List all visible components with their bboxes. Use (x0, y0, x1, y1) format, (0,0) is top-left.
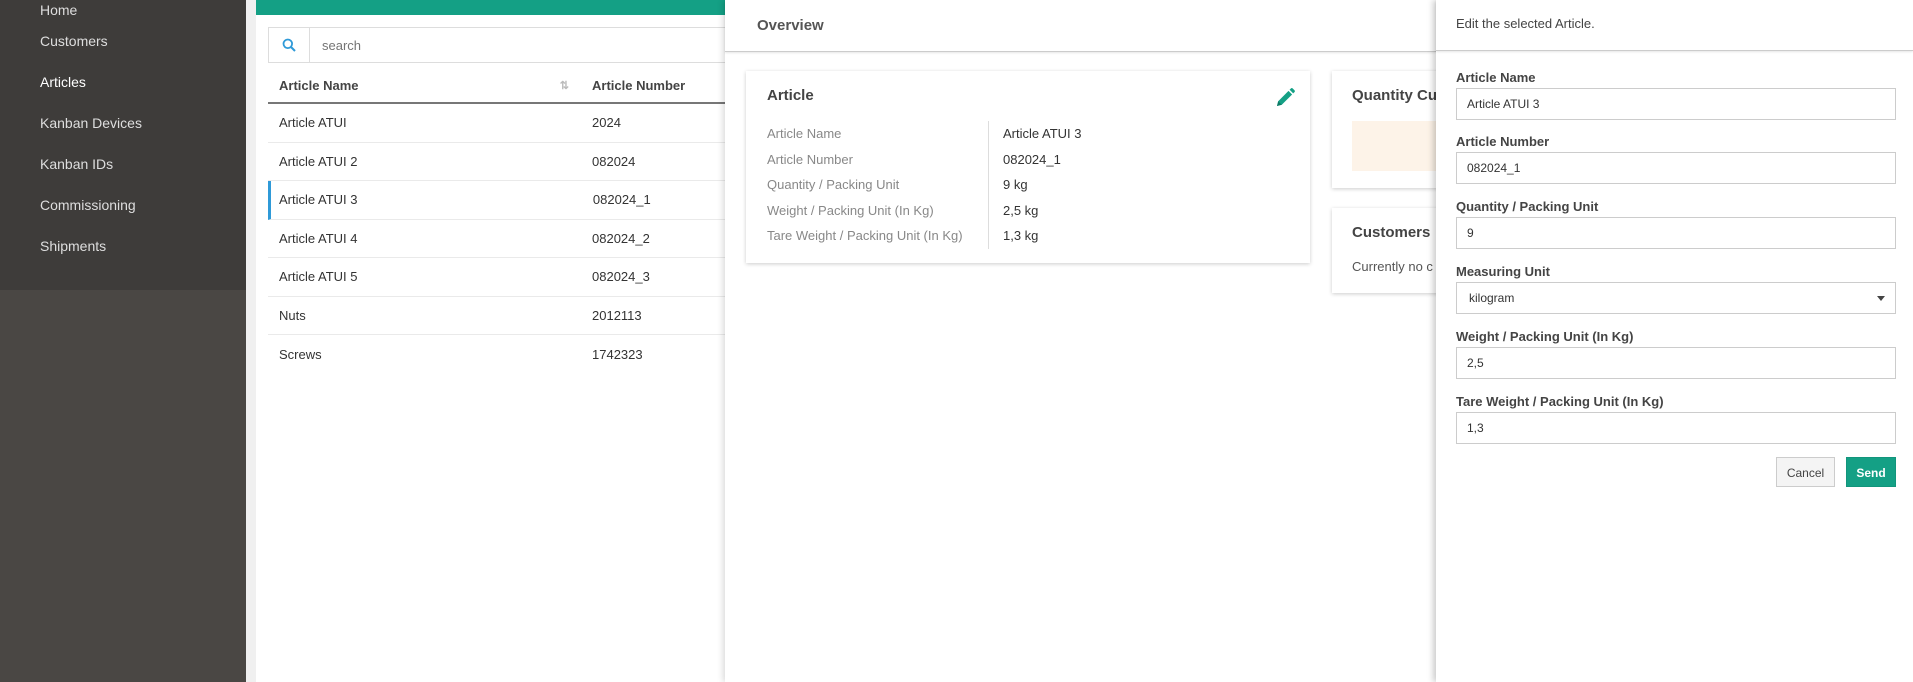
measuring-unit-select[interactable]: kilogram (1456, 282, 1896, 314)
table-row[interactable]: Article ATUI 2 082024 (268, 143, 728, 181)
detail-key: Article Name (767, 121, 989, 147)
sidebar-item-label: Home (40, 2, 78, 18)
sidebar-menu: Home Customers Articles Kanban Devices K… (0, 0, 246, 290)
article-name-input[interactable] (1456, 88, 1896, 120)
field-label: Article Name (1456, 70, 1536, 85)
cell-article-number: 082024_1 (592, 192, 651, 208)
search-input[interactable] (310, 36, 704, 54)
sidebar-item-label: Articles (40, 74, 86, 90)
column-label: Article Number (592, 77, 686, 93)
cell-article-number: 1742323 (592, 346, 643, 362)
select-value: kilogram (1469, 291, 1515, 305)
article-list-panel: Article Name ⇅ Article Number Article AT… (256, 0, 728, 682)
sidebar-item-label: Kanban IDs (40, 156, 114, 172)
cell-article-name: Article ATUI 5 (279, 269, 358, 285)
article-name-field-group: Article Name (1456, 70, 1896, 120)
sidebar-item-shipments[interactable]: Shipments (0, 236, 246, 277)
cell-article-name: Article ATUI 3 (279, 192, 358, 208)
detail-value: 1,3 kg (1003, 228, 1039, 244)
column-label: Article Name (279, 77, 359, 93)
detail-key: Tare Weight / Packing Unit (In Kg) (767, 223, 989, 249)
table-row[interactable]: Article ATUI 2024 (268, 104, 728, 143)
detail-value: 082024_1 (1003, 151, 1061, 167)
detail-key: Weight / Packing Unit (In Kg) (767, 197, 989, 223)
detail-value: 2,5 kg (1003, 202, 1039, 218)
detail-row: Weight / Packing Unit (In Kg) 2,5 kg (767, 197, 1082, 223)
detail-row: Article Name Article ATUI 3 (767, 121, 1082, 147)
chevron-down-icon (1877, 296, 1885, 301)
detail-key: Article Number (767, 146, 989, 172)
sidebar-item-home[interactable]: Home (0, 0, 246, 31)
detail-row: Tare Weight / Packing Unit (In Kg) 1,3 kg (767, 223, 1082, 249)
customers-card-title: Customers (1352, 224, 1431, 241)
cell-article-name: Nuts (279, 307, 306, 323)
field-label: Article Number (1456, 134, 1550, 149)
sidebar-item-kanban-ids[interactable]: Kanban IDs (0, 154, 246, 195)
field-label: Tare Weight / Packing Unit (In Kg) (1456, 394, 1664, 409)
detail-value: Article ATUI 3 (1003, 126, 1082, 142)
detail-value: 9 kg (1003, 177, 1028, 193)
article-number-input[interactable] (1456, 152, 1896, 184)
measuring-unit-field-group: Measuring Unit kilogram (1456, 264, 1896, 314)
cell-article-number: 082024_3 (592, 269, 650, 285)
overview-title: Overview (725, 0, 1436, 52)
field-label: Quantity / Packing Unit (1456, 199, 1599, 214)
column-header-article-number[interactable]: Article Number (592, 78, 728, 93)
sidebar-item-label: Kanban Devices (40, 115, 142, 131)
table-row[interactable]: Article ATUI 5 082024_3 (268, 258, 728, 297)
table-row[interactable]: Nuts 2012113 (268, 297, 728, 335)
article-card: Article Article Name Article ATUI 3 Artic… (746, 71, 1310, 263)
quantity-input[interactable] (1456, 217, 1896, 249)
cell-article-name: Article ATUI (279, 115, 347, 131)
article-number-field-group: Article Number (1456, 134, 1896, 184)
table-row[interactable]: Screws 1742323 (268, 335, 728, 374)
edit-article-panel: Edit the selected Article. Article Name … (1436, 0, 1913, 682)
sidebar: Home Customers Articles Kanban Devices K… (0, 0, 246, 682)
customers-empty-text: Currently no c (1352, 259, 1433, 274)
edit-panel-header: Edit the selected Article. (1436, 0, 1913, 51)
quantity-card-title: Quantity Cu (1352, 87, 1437, 104)
weight-input[interactable] (1456, 347, 1896, 379)
cell-article-number: 2024 (592, 115, 621, 131)
table-row[interactable]: Article ATUI 4 082024_2 (268, 220, 728, 258)
cell-article-name: Article ATUI 2 (279, 153, 358, 169)
search-box (268, 27, 728, 63)
sidebar-item-label: Customers (40, 33, 108, 49)
cancel-button[interactable]: Cancel (1776, 457, 1835, 487)
detail-row: Quantity / Packing Unit 9 kg (767, 172, 1082, 198)
table-header: Article Name ⇅ Article Number (268, 68, 728, 104)
tare-weight-input[interactable] (1456, 412, 1896, 444)
article-table: Article Name ⇅ Article Number Article AT… (268, 68, 728, 374)
quantity-field-group: Quantity / Packing Unit (1456, 199, 1896, 249)
detail-key: Quantity / Packing Unit (767, 172, 989, 198)
cell-article-name: Article ATUI 4 (279, 230, 358, 246)
overview-panel: Overview Article Article Name Article ATU… (725, 0, 1462, 682)
sidebar-item-customers[interactable]: Customers (0, 31, 246, 72)
list-top-bar (256, 0, 726, 15)
table-row-selected[interactable]: Article ATUI 3 082024_1 (268, 181, 728, 220)
article-card-title: Article (767, 87, 814, 104)
tare-weight-field-group: Tare Weight / Packing Unit (In Kg) (1456, 394, 1896, 444)
pencil-icon[interactable] (1274, 87, 1296, 109)
weight-field-group: Weight / Packing Unit (In Kg) (1456, 329, 1896, 379)
sort-icon[interactable]: ⇅ (560, 79, 569, 92)
search-icon[interactable] (269, 28, 310, 62)
cell-article-name: Screws (279, 346, 322, 362)
sidebar-item-articles[interactable]: Articles (0, 72, 246, 113)
field-label: Weight / Packing Unit (In Kg) (1456, 329, 1634, 344)
detail-row: Article Number 082024_1 (767, 146, 1082, 172)
cell-article-number: 2012113 (592, 307, 642, 323)
sidebar-item-label: Commissioning (40, 197, 136, 213)
sidebar-item-commissioning[interactable]: Commissioning (0, 195, 246, 236)
cell-article-number: 082024 (592, 153, 636, 169)
cell-article-number: 082024_2 (592, 230, 650, 246)
field-label: Measuring Unit (1456, 264, 1550, 279)
article-details: Article Name Article ATUI 3 Article Numbe… (767, 121, 1082, 249)
column-header-article-name[interactable]: Article Name ⇅ (268, 78, 592, 93)
send-button[interactable]: Send (1846, 457, 1896, 487)
sidebar-item-label: Shipments (40, 238, 107, 254)
sidebar-item-kanban-devices[interactable]: Kanban Devices (0, 113, 246, 154)
